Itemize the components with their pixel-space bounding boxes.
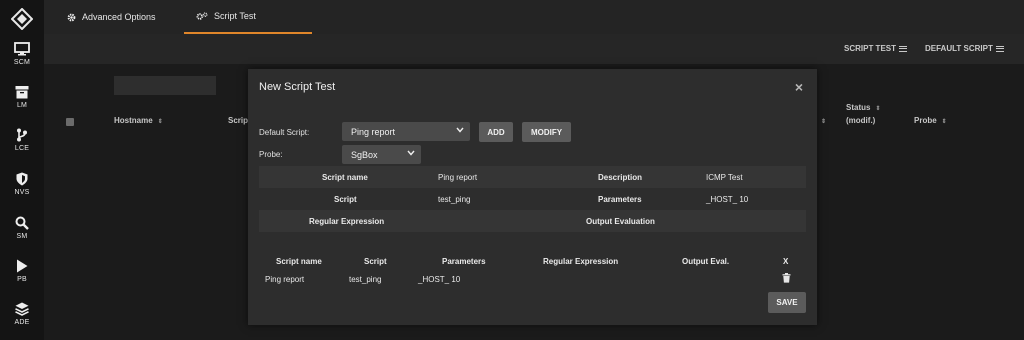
tab-advanced-options[interactable]: Advanced Options	[67, 0, 156, 34]
probe-value: SgBox	[351, 149, 378, 160]
trash-icon[interactable]	[782, 273, 791, 283]
sidebar-item-pb[interactable]: PB	[0, 259, 44, 283]
sidebar-item-scm[interactable]: SCM	[0, 42, 44, 66]
play-icon	[17, 259, 28, 273]
sidebar-item-label: SM	[16, 233, 28, 240]
results-header-script: Script	[364, 257, 387, 266]
parameters-label: Parameters	[598, 195, 642, 204]
column-header-script[interactable]: Scrip	[228, 115, 248, 126]
menu-icon	[899, 44, 908, 53]
shield-icon	[16, 172, 28, 186]
layers-icon	[15, 302, 29, 316]
sidebar-item-lce[interactable]: LCE	[0, 128, 44, 152]
script-name-value: Ping report	[438, 173, 478, 182]
script-test-menu-button[interactable]: SCRIPT TEST	[844, 44, 908, 53]
sidebar: SCM LM LCE NVS SM PB ADE	[0, 0, 44, 340]
regex-label: Regular Expression	[309, 217, 385, 226]
close-icon[interactable]: ×	[795, 79, 803, 95]
modify-button[interactable]: MODIFY	[522, 122, 571, 142]
script-name-label: Script name	[322, 173, 368, 182]
sort-icon: ⇕	[941, 119, 947, 125]
results-header-regex: Regular Expression	[543, 257, 619, 266]
parameters-value: _HOST_ 10	[706, 195, 749, 204]
result-script-name: Ping report	[265, 275, 305, 284]
script-test-label: SCRIPT TEST	[844, 44, 897, 53]
tab-script-test[interactable]: Script Test	[184, 0, 312, 34]
default-script-label: DEFAULT SCRIPT	[925, 44, 993, 53]
save-button[interactable]: SAVE	[768, 292, 806, 313]
column-header-status[interactable]: Status ⇕ (modif.)	[846, 102, 880, 126]
default-script-label: Default Script:	[259, 128, 310, 137]
modal-title: New Script Test	[259, 81, 336, 93]
sidebar-item-lm[interactable]: LM	[0, 85, 44, 109]
result-parameters: _HOST_ 10	[418, 275, 461, 284]
tab-label: Advanced Options	[82, 12, 156, 22]
sort-icon[interactable]: ⇕	[816, 115, 826, 128]
sidebar-item-label: ADE	[14, 319, 30, 326]
detail-row-name: Script name Ping report Description ICMP…	[259, 166, 806, 188]
results-header-script-name: Script name	[276, 257, 322, 266]
add-button[interactable]: ADD	[479, 122, 513, 142]
chevron-down-icon	[407, 150, 415, 156]
column-header-hostname[interactable]: Hostname ⇕	[114, 115, 163, 128]
column-header-probe[interactable]: Probe ⇕	[914, 115, 947, 128]
default-script-select[interactable]: Ping report	[342, 122, 470, 141]
results-header-output-eval: Output Eval.	[682, 257, 730, 266]
results-header-remove: X	[783, 257, 789, 266]
gears-icon	[196, 11, 208, 20]
default-script-menu-button[interactable]: DEFAULT SCRIPT	[925, 44, 1004, 53]
sort-icon: ⇕	[157, 119, 163, 125]
results-header-parameters: Parameters	[442, 257, 486, 266]
archive-icon	[15, 86, 29, 99]
sidebar-item-label: LCE	[14, 145, 30, 152]
tab-bar: Advanced Options Script Test	[44, 0, 1024, 34]
chevron-down-icon	[456, 127, 464, 133]
sidebar-item-label: SCM	[13, 59, 31, 66]
output-eval-label: Output Evaluation	[586, 217, 655, 226]
detail-row-evaluation: Regular Expression Output Evaluation	[259, 210, 806, 232]
search-input[interactable]	[114, 76, 216, 95]
probe-label: Probe:	[259, 150, 283, 159]
description-label: Description	[598, 173, 643, 182]
default-script-value: Ping report	[351, 126, 396, 137]
script-value: test_ping	[438, 195, 471, 204]
sidebar-item-label: NVS	[14, 189, 30, 196]
probe-select[interactable]: SgBox	[342, 145, 421, 164]
sidebar-item-ade[interactable]: ADE	[0, 302, 44, 326]
search-icon	[15, 216, 29, 230]
sidebar-item-sm[interactable]: SM	[0, 216, 44, 240]
new-script-test-modal: New Script Test × Default Script: Ping r…	[248, 69, 817, 325]
action-bar: SCRIPT TEST DEFAULT SCRIPT	[44, 34, 1024, 64]
sort-icon: ⇕	[875, 106, 881, 112]
description-value: ICMP Test	[706, 173, 743, 182]
menu-icon	[995, 44, 1004, 53]
gear-icon	[67, 13, 76, 21]
tab-label: Script Test	[214, 11, 256, 21]
detail-row-script: Script test_ping Parameters _HOST_ 10	[259, 188, 806, 210]
logo-icon[interactable]	[11, 8, 33, 30]
sidebar-item-nvs[interactable]: NVS	[0, 172, 44, 196]
branch-icon	[17, 128, 27, 142]
select-all-checkbox[interactable]	[66, 118, 74, 126]
script-label: Script	[334, 195, 357, 204]
monitor-icon	[14, 42, 30, 56]
result-script: test_ping	[349, 275, 382, 284]
sidebar-item-label: LM	[16, 102, 28, 109]
sidebar-item-label: PB	[17, 276, 27, 283]
